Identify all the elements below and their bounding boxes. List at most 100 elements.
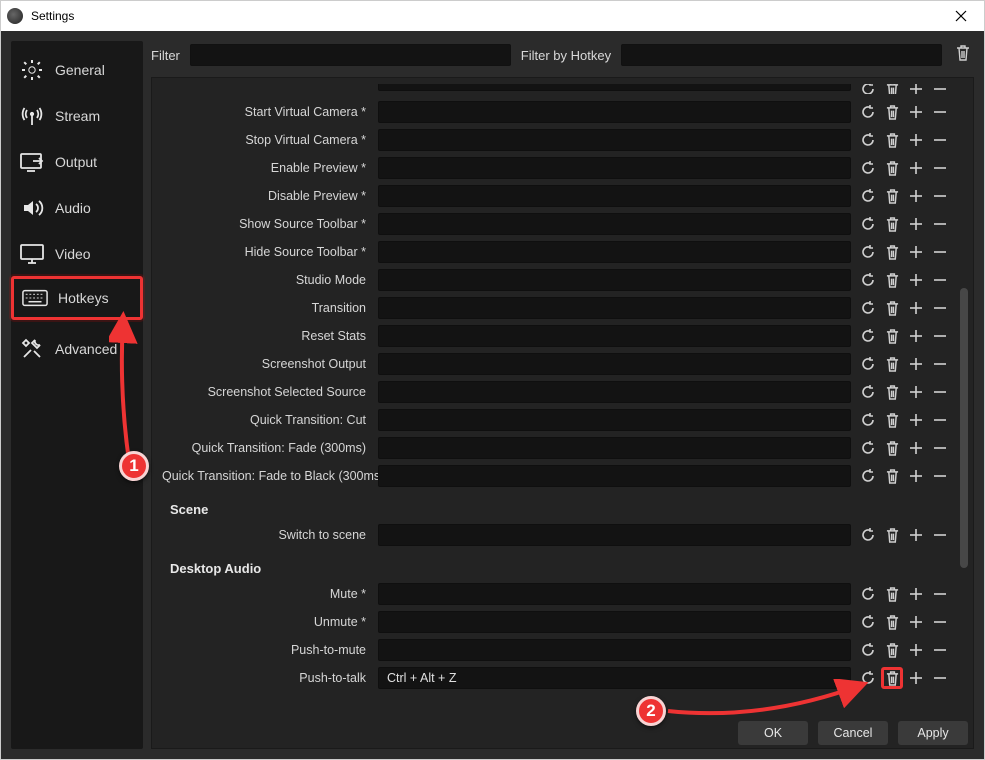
undo-button[interactable] <box>857 185 879 207</box>
ok-button[interactable]: OK <box>738 721 808 745</box>
clear-hotkey-button[interactable] <box>881 84 903 94</box>
remove-hotkey-button[interactable] <box>929 157 951 179</box>
undo-button[interactable] <box>857 241 879 263</box>
add-hotkey-button[interactable] <box>905 185 927 207</box>
hotkey-input[interactable] <box>378 611 851 633</box>
hotkey-input[interactable] <box>378 353 851 375</box>
clear-hotkey-button[interactable] <box>881 524 903 546</box>
filter-hotkey-input[interactable] <box>621 44 942 66</box>
remove-hotkey-button[interactable] <box>929 409 951 431</box>
remove-hotkey-button[interactable] <box>929 185 951 207</box>
undo-button[interactable] <box>857 639 879 661</box>
undo-button[interactable] <box>857 129 879 151</box>
sidebar-item-advanced[interactable]: Advanced <box>11 326 143 372</box>
clear-hotkey-button[interactable] <box>881 269 903 291</box>
sidebar-item-stream[interactable]: Stream <box>11 93 143 139</box>
clear-hotkey-button[interactable] <box>881 667 903 689</box>
add-hotkey-button[interactable] <box>905 583 927 605</box>
hotkey-input[interactable] <box>378 465 851 487</box>
add-hotkey-button[interactable] <box>905 353 927 375</box>
add-hotkey-button[interactable] <box>905 101 927 123</box>
remove-hotkey-button[interactable] <box>929 381 951 403</box>
remove-hotkey-button[interactable] <box>929 241 951 263</box>
scrollbar[interactable] <box>959 88 969 738</box>
undo-button[interactable] <box>857 611 879 633</box>
add-hotkey-button[interactable] <box>905 157 927 179</box>
hotkey-input[interactable] <box>378 437 851 459</box>
add-hotkey-button[interactable] <box>905 241 927 263</box>
add-hotkey-button[interactable] <box>905 129 927 151</box>
undo-button[interactable] <box>857 269 879 291</box>
add-hotkey-button[interactable] <box>905 84 927 94</box>
undo-button[interactable] <box>857 157 879 179</box>
sidebar-item-hotkeys[interactable]: Hotkeys <box>11 276 143 320</box>
hotkey-input[interactable] <box>378 269 851 291</box>
scrollbar-thumb[interactable] <box>960 288 968 568</box>
apply-button[interactable]: Apply <box>898 721 968 745</box>
undo-button[interactable] <box>857 465 879 487</box>
clear-hotkey-button[interactable] <box>881 185 903 207</box>
hotkey-input[interactable] <box>378 157 851 179</box>
undo-button[interactable] <box>857 667 879 689</box>
clear-hotkey-button[interactable] <box>881 325 903 347</box>
undo-button[interactable] <box>857 583 879 605</box>
clear-hotkey-button[interactable] <box>881 157 903 179</box>
clear-hotkey-button[interactable] <box>881 381 903 403</box>
add-hotkey-button[interactable] <box>905 667 927 689</box>
remove-hotkey-button[interactable] <box>929 667 951 689</box>
hotkey-input[interactable] <box>378 524 851 546</box>
clear-hotkey-button[interactable] <box>881 101 903 123</box>
remove-hotkey-button[interactable] <box>929 639 951 661</box>
add-hotkey-button[interactable] <box>905 381 927 403</box>
clear-hotkey-button[interactable] <box>881 465 903 487</box>
remove-hotkey-button[interactable] <box>929 297 951 319</box>
clear-hotkey-button[interactable] <box>881 639 903 661</box>
sidebar-item-general[interactable]: General <box>11 47 143 93</box>
clear-hotkey-button[interactable] <box>881 213 903 235</box>
undo-button[interactable] <box>857 297 879 319</box>
add-hotkey-button[interactable] <box>905 325 927 347</box>
add-hotkey-button[interactable] <box>905 437 927 459</box>
remove-hotkey-button[interactable] <box>929 611 951 633</box>
clear-hotkey-button[interactable] <box>881 583 903 605</box>
hotkey-input[interactable] <box>378 409 851 431</box>
clear-hotkey-button[interactable] <box>881 353 903 375</box>
undo-button[interactable] <box>857 437 879 459</box>
hotkey-input[interactable] <box>378 381 851 403</box>
undo-button[interactable] <box>857 325 879 347</box>
window-close-button[interactable] <box>938 1 984 31</box>
undo-button[interactable] <box>857 213 879 235</box>
remove-hotkey-button[interactable] <box>929 465 951 487</box>
filter-input[interactable] <box>190 44 511 66</box>
remove-hotkey-button[interactable] <box>929 353 951 375</box>
remove-hotkey-button[interactable] <box>929 583 951 605</box>
sidebar-item-audio[interactable]: Audio <box>11 185 143 231</box>
clear-hotkey-button[interactable] <box>881 611 903 633</box>
undo-button[interactable] <box>857 101 879 123</box>
remove-hotkey-button[interactable] <box>929 325 951 347</box>
remove-hotkey-button[interactable] <box>929 101 951 123</box>
hotkey-input[interactable] <box>378 297 851 319</box>
add-hotkey-button[interactable] <box>905 465 927 487</box>
add-hotkey-button[interactable] <box>905 639 927 661</box>
clear-hotkey-button[interactable] <box>881 241 903 263</box>
hotkey-input[interactable] <box>378 84 851 91</box>
add-hotkey-button[interactable] <box>905 524 927 546</box>
clear-hotkey-button[interactable] <box>881 129 903 151</box>
clear-hotkey-button[interactable] <box>881 409 903 431</box>
hotkey-input[interactable] <box>378 241 851 263</box>
sidebar-item-video[interactable]: Video <box>11 231 143 277</box>
undo-button[interactable] <box>857 381 879 403</box>
clear-filter-button[interactable] <box>952 45 974 66</box>
remove-hotkey-button[interactable] <box>929 437 951 459</box>
undo-button[interactable] <box>857 353 879 375</box>
hotkey-input[interactable]: Ctrl + Alt + Z <box>378 667 851 689</box>
cancel-button[interactable]: Cancel <box>818 721 888 745</box>
hotkey-input[interactable] <box>378 213 851 235</box>
hotkey-input[interactable] <box>378 129 851 151</box>
hotkey-input[interactable] <box>378 101 851 123</box>
hotkey-input[interactable] <box>378 325 851 347</box>
add-hotkey-button[interactable] <box>905 297 927 319</box>
undo-button[interactable] <box>857 409 879 431</box>
add-hotkey-button[interactable] <box>905 213 927 235</box>
